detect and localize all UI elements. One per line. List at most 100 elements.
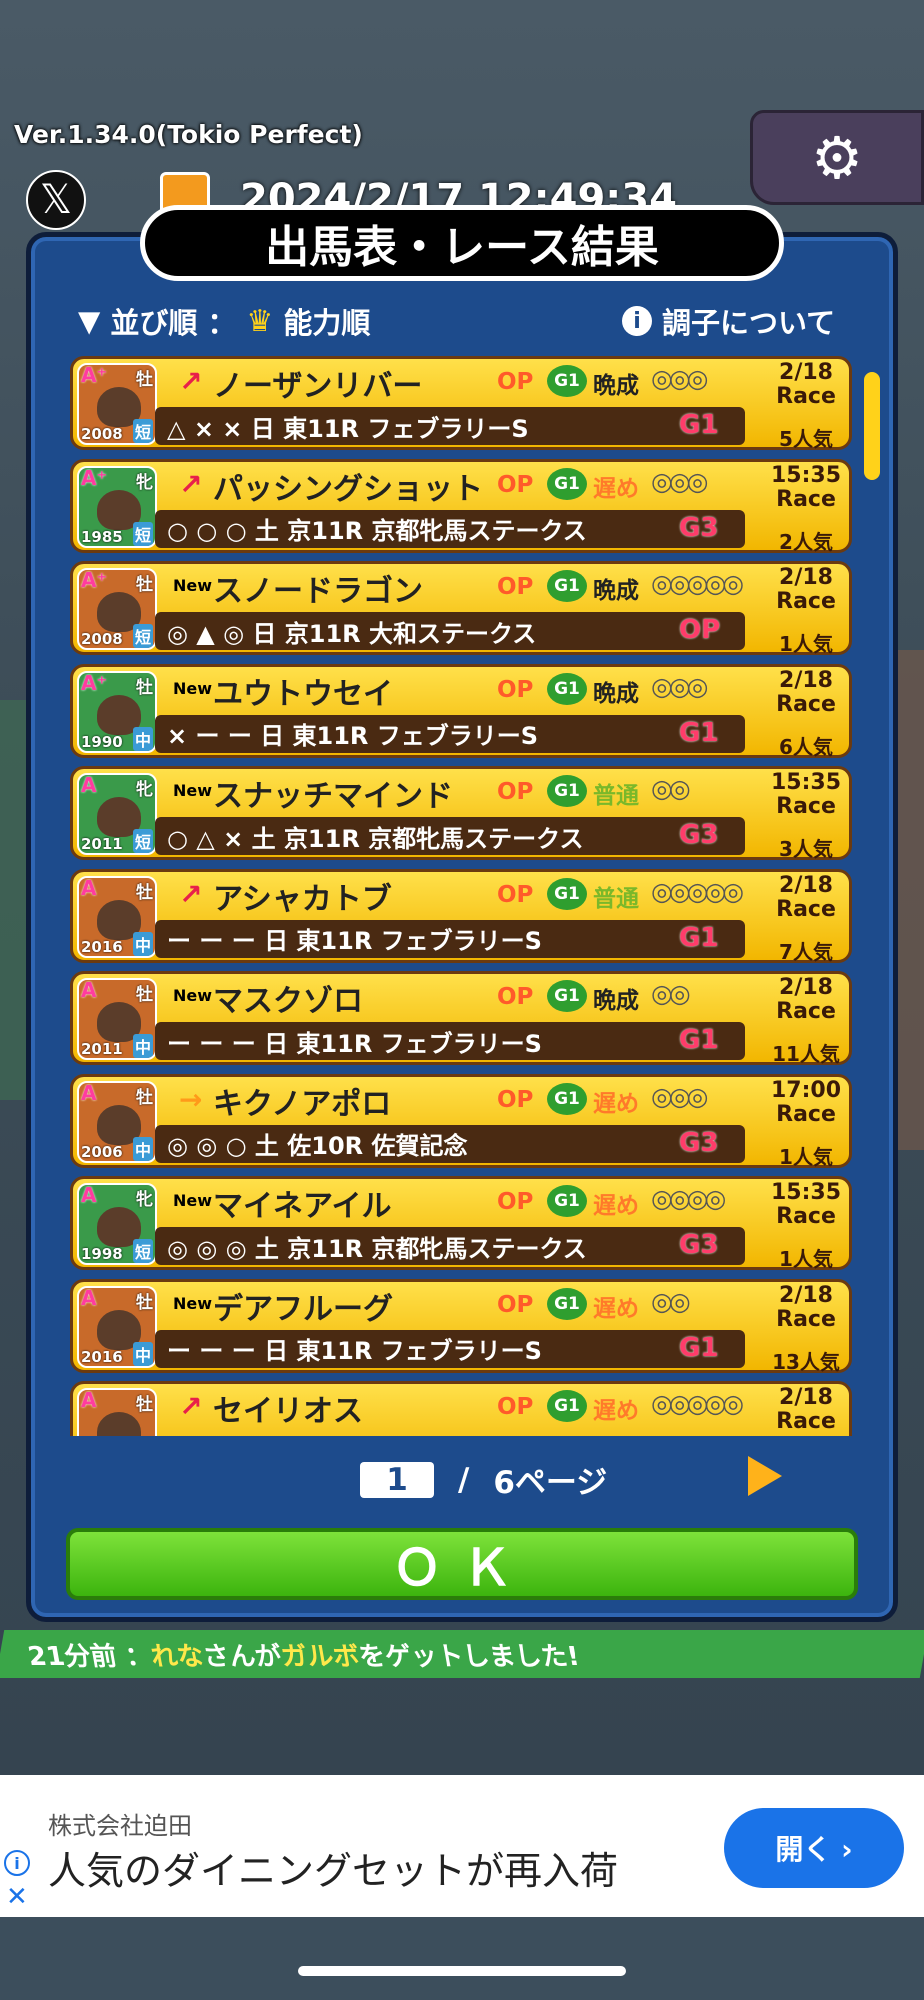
distance-badge: 短 (132, 829, 153, 853)
race-time: 2/18 Race (776, 360, 836, 409)
sort-label: 並び順 ： (110, 306, 237, 340)
settings-button[interactable]: ⚙ (750, 110, 924, 205)
rank-badge: A⁺ (81, 363, 108, 387)
sex-badge: 牡 (136, 1395, 153, 1415)
new-badge: New (173, 1293, 213, 1313)
horse-row[interactable]: A 牡 2006 中 → キクノアポロ OP G1 遅め ◎◎◎ ◎ ◎ ○ 土 佐10R 佐賀記念… (70, 1073, 852, 1169)
birth-year: 1998 (81, 1245, 123, 1263)
sort-selector[interactable]: ▼ 並び順 ： ♛ 能力順 (78, 300, 370, 342)
birth-year: 2008 (81, 630, 123, 648)
horse-row[interactable]: A 牡 ↗ セイリオス OP G1 遅め ◎◎◎◎◎ 2/18 Race (70, 1381, 852, 1436)
race-info: ◎ ▲ ◎ 日 京11R 大和ステークス (167, 619, 537, 648)
sex-badge: 牡 (136, 882, 153, 903)
race-time: 17:00 Race (770, 1077, 842, 1127)
trend-arrow-icon: ↗ (179, 1390, 203, 1423)
horse-avatar: A⁺ 牡 2008 短 (77, 363, 157, 445)
horse-row[interactable]: A 牝 1998 短 New マイネアイル OP G1 遅め ◎◎◎◎ ◎ ◎ ◎ 土 京11R 京… (70, 1176, 852, 1271)
new-badge: New (173, 986, 213, 1005)
race-time: 2/18 Race (776, 1385, 836, 1434)
ticker-time: 21分前 ： (25, 1641, 155, 1672)
x-share-icon[interactable]: 𝕏 (26, 170, 86, 230)
sex-badge: 牡 (136, 575, 153, 595)
ad-open-button[interactable]: 開く › (724, 1808, 904, 1888)
horse-row[interactable]: A 牝 2011 短 New スナッチマインド OP G1 普通 ◎◎ ○ △ × 土 京11R 京… (70, 766, 852, 861)
class-badge: OP (497, 369, 534, 395)
condition-info-link[interactable]: i 調子について (622, 300, 835, 342)
sex-badge: 牡 (136, 1292, 153, 1313)
condition-icons: ◎◎◎ (651, 671, 708, 701)
horse-row[interactable]: A⁺ 牝 1985 短 ↗ パッシングショット OP G1 遅め ◎◎◎ ○ ○ ○ 土 京11R … (70, 458, 852, 554)
version-label: Ver.1.34.0(Tokio Perfect) (14, 120, 363, 149)
crown-icon: ♛ (246, 303, 274, 339)
info-icon: i (622, 306, 652, 336)
class-badge: OP (497, 881, 534, 908)
race-info: ◎ ◎ ○ 土 佐10R 佐賀記念 (167, 1132, 468, 1160)
laurel-g1-icon: G1 (547, 672, 587, 705)
horse-name: アシャカトブ (213, 881, 392, 917)
distance-badge: 中 (132, 1341, 153, 1366)
ad-info-icon[interactable]: i (4, 1850, 30, 1876)
growth-type: 晩成 (593, 373, 639, 399)
class-badge: OP (497, 1291, 534, 1318)
horse-row[interactable]: A⁺ 牡 2008 短 New スノードラゴン OP G1 晩成 ◎◎◎◎◎ ◎ ▲ ◎ 日 京11… (70, 561, 852, 656)
race-grade: G3 (679, 1230, 719, 1260)
class-badge: OP (497, 1189, 534, 1215)
horse-name: マイネアイル (213, 1189, 392, 1224)
ticker-user: れな (149, 1641, 207, 1672)
horse-name: スノードラゴン (213, 574, 423, 609)
home-indicator[interactable] (298, 1966, 626, 1976)
ad-close-icon[interactable]: ✕ (6, 1882, 28, 1912)
ok-button[interactable]: ＯＫ (66, 1528, 858, 1600)
rank-badge: A (81, 1183, 97, 1207)
growth-type: 普通 (593, 783, 639, 809)
horse-row[interactable]: A 牡 2011 中 New マスクゾロ OP G1 晩成 ◎◎ ー ー ー 日 東11R フェブラ… (70, 971, 852, 1066)
horse-avatar: A 牝 1998 短 (77, 1183, 157, 1265)
birth-year: 2016 (81, 1347, 123, 1366)
laurel-g1-icon: G1 (547, 365, 587, 397)
ad-title[interactable]: 人気のダイニングセットが再入荷 (48, 1840, 618, 1895)
horse-row[interactable]: A⁺ 牡 2008 短 ↗ ノーザンリバー OP G1 晩成 ◎◎◎ △ × × 日 東11R フェ… (70, 356, 852, 451)
class-badge: OP (497, 1394, 534, 1420)
race-info: ー ー ー 日 東11R フェブラリーS (167, 1029, 542, 1058)
growth-type: 晩成 (593, 680, 639, 707)
race-time: 2/18 Race (776, 975, 836, 1024)
sex-badge: 牝 (136, 780, 153, 800)
next-page-button[interactable] (748, 1456, 782, 1496)
rank-badge: A (81, 978, 97, 1002)
race-grade: G3 (679, 820, 719, 850)
race-info-bar: ○ △ × 土 京11R 京都牝馬ステークス (155, 817, 745, 855)
horse-avatar: A 牡 2011 中 (77, 978, 157, 1060)
horse-avatar: A⁺ 牡 2008 短 (77, 568, 157, 650)
rank-badge: A (81, 1285, 97, 1310)
popularity: 5人気 (779, 427, 833, 451)
class-badge: OP (497, 779, 534, 805)
horse-name: セイリオス (213, 1394, 363, 1429)
horse-row[interactable]: A 牡 2016 中 New デアフルーグ OP G1 遅め ◎◎ ー ー ー 日 東11R フェブ… (70, 1278, 852, 1374)
rank-badge: A⁺ (81, 670, 108, 695)
rank-badge: A⁺ (81, 568, 108, 592)
laurel-g1-icon: G1 (547, 1185, 587, 1217)
class-badge: OP (497, 471, 534, 498)
horse-row[interactable]: A⁺ 牡 1990 中 New ユウトウセイ OP G1 晩成 ◎◎◎ × ー ー 日 東11R フ… (70, 663, 852, 759)
page-number-input[interactable]: 1 (360, 1461, 434, 1498)
horse-row[interactable]: A 牡 2016 中 ↗ アシャカトブ OP G1 普通 ◎◎◎◎◎ ー ー ー 日 東11R フェ… (70, 868, 852, 964)
horse-name: デアフルーグ (213, 1291, 393, 1327)
race-info-bar: △ × × 日 東11R フェブラリーS (155, 407, 745, 445)
condition-icons: ◎◎◎ (651, 466, 708, 496)
growth-type: 遅め (593, 1090, 639, 1117)
race-info-bar: × ー ー 日 東11R フェブラリーS (155, 714, 745, 753)
growth-type: 晩成 (593, 578, 639, 604)
condition-label: 調子について (662, 306, 836, 340)
rank-badge: A (81, 773, 97, 797)
race-info: ◎ ◎ ◎ 土 京11R 京都牝馬ステークス (167, 1234, 587, 1263)
horse-name: パッシングショット (213, 471, 483, 507)
race-grade: OP (679, 615, 721, 645)
list-scrollbar[interactable] (864, 372, 880, 480)
race-grade: G3 (679, 512, 719, 543)
birth-year: 2006 (81, 1142, 123, 1161)
horse-list[interactable]: A⁺ 牡 2008 短 ↗ ノーザンリバー OP G1 晩成 ◎◎◎ △ × × 日 東11R フェ… (70, 356, 852, 1436)
race-info-bar: ー ー ー 日 東11R フェブラリーS (155, 1022, 745, 1060)
horse-avatar: A 牡 2006 中 (77, 1080, 157, 1163)
popularity: 6人気 (779, 734, 833, 759)
laurel-g1-icon: G1 (547, 980, 587, 1012)
